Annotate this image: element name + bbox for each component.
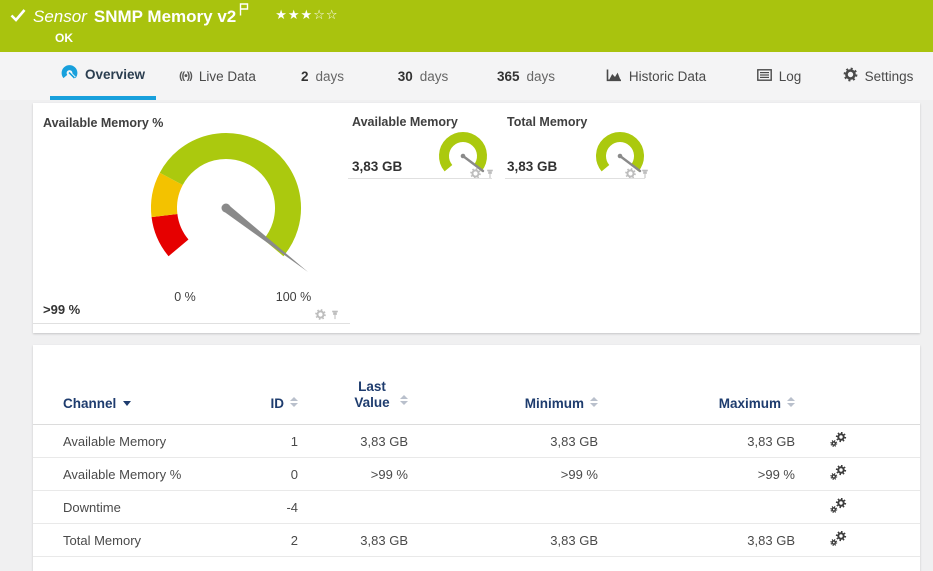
channel-last-value: >99 % xyxy=(298,467,408,482)
mini-gauge-total-memory-title: Total Memory xyxy=(507,115,587,129)
tab-overview-label: Overview xyxy=(85,67,145,82)
gauge-settings-gear-icon[interactable] xyxy=(625,166,636,184)
tab-2-days[interactable]: 2 days xyxy=(295,52,350,100)
table-row[interactable]: Available Memory 1 3,83 GB 3,83 GB 3,83 … xyxy=(33,425,920,458)
channel-minimum: 3,83 GB xyxy=(408,434,598,449)
gauges-panel: Available Memory % 0 % 100 % >99 % xyxy=(33,103,920,333)
sort-arrows-icon xyxy=(590,397,598,407)
column-header-maximum[interactable]: Maximum xyxy=(598,396,795,411)
table-row[interactable]: Downtime -4 xyxy=(33,491,920,524)
sort-caret-icon xyxy=(123,401,131,406)
gauge-pin-icon[interactable] xyxy=(640,166,650,184)
channel-settings-gears-icon[interactable] xyxy=(830,531,847,546)
sort-arrows-icon xyxy=(400,395,408,405)
sensor-title: SNMP Memory v2 xyxy=(94,7,236,27)
gauge-settings-gear-icon[interactable] xyxy=(470,166,481,184)
channel-minimum: 3,83 GB xyxy=(408,533,598,548)
channel-id: 0 xyxy=(233,467,298,482)
table-row[interactable]: Available Memory % 0 >99 % >99 % >99 % xyxy=(33,458,920,491)
column-header-last-value[interactable]: Last Value xyxy=(298,379,408,411)
status-ok-check-icon xyxy=(10,8,26,27)
table-header-row: Channel ID Last Value Minimum Maximum xyxy=(33,345,920,425)
channel-last-value: 3,83 GB xyxy=(298,533,408,548)
tab-365-days-label: days xyxy=(527,69,556,84)
tile-divider xyxy=(348,178,492,179)
sensor-status-badge: OK xyxy=(55,31,73,45)
tile-divider xyxy=(505,178,645,179)
table-row[interactable]: Total Memory 2 3,83 GB 3,83 GB 3,83 GB xyxy=(33,524,920,557)
tab-log-label: Log xyxy=(779,69,802,84)
tab-30-days-number: 30 xyxy=(398,69,413,84)
channel-minimum: >99 % xyxy=(408,467,598,482)
tab-log[interactable]: Log xyxy=(750,52,808,100)
sensor-header: Sensor SNMP Memory v2 ★★★☆☆ OK xyxy=(0,0,933,52)
channel-id: 1 xyxy=(233,434,298,449)
tab-30-days[interactable]: 30 days xyxy=(393,52,453,100)
live-data-icon: ((•)) xyxy=(179,70,192,82)
tab-365-days[interactable]: 365 days xyxy=(492,52,560,100)
tab-historic-data-label: Historic Data xyxy=(629,69,706,84)
tab-historic-data[interactable]: Historic Data xyxy=(600,52,712,100)
column-header-id[interactable]: ID xyxy=(233,396,298,411)
available-memory-pct-gauge xyxy=(126,116,326,286)
tab-2-days-label: days xyxy=(315,69,344,84)
main-gauge-value: >99 % xyxy=(43,302,80,317)
channel-name: Total Memory xyxy=(63,533,233,548)
chart-icon xyxy=(606,68,622,85)
prtg-sensor-page: Sensor SNMP Memory v2 ★★★☆☆ OK Overview … xyxy=(0,0,933,571)
mini-gauge-available-memory-value: 3,83 GB xyxy=(352,159,402,174)
channel-name: Available Memory % xyxy=(63,467,233,482)
channels-panel: Channel ID Last Value Minimum Maximum Av… xyxy=(33,345,920,571)
tab-30-days-label: days xyxy=(420,69,449,84)
tab-live-data-label: Live Data xyxy=(199,69,256,84)
channel-maximum: 3,83 GB xyxy=(598,434,795,449)
flag-icon[interactable] xyxy=(239,3,249,21)
channel-settings-gears-icon[interactable] xyxy=(830,498,847,513)
gauge-pin-icon[interactable] xyxy=(485,166,495,184)
tab-settings-label: Settings xyxy=(865,69,914,84)
channel-last-value: 3,83 GB xyxy=(298,434,408,449)
priority-stars[interactable]: ★★★☆☆ xyxy=(275,8,338,23)
gauge-scale-max: 100 % xyxy=(266,290,321,304)
mini-gauge-total-memory-value: 3,83 GB xyxy=(507,159,557,174)
gear-icon xyxy=(843,67,858,85)
tab-bar: Overview ((•)) Live Data 2 days 30 days … xyxy=(0,52,933,100)
channel-name: Downtime xyxy=(63,500,233,515)
channel-id: 2 xyxy=(233,533,298,548)
gauge-icon xyxy=(61,64,78,84)
gauge-scale-min: 0 % xyxy=(160,290,210,304)
column-header-minimum[interactable]: Minimum xyxy=(408,396,598,411)
channel-maximum: >99 % xyxy=(598,467,795,482)
tab-365-days-number: 365 xyxy=(497,69,520,84)
tab-live-data[interactable]: ((•)) Live Data xyxy=(170,52,265,100)
tile-divider xyxy=(33,323,350,324)
channel-maximum: 3,83 GB xyxy=(598,533,795,548)
tab-2-days-number: 2 xyxy=(301,69,309,84)
channel-settings-gears-icon[interactable] xyxy=(830,465,847,480)
tab-settings[interactable]: Settings xyxy=(840,52,916,100)
sort-arrows-icon xyxy=(787,397,795,407)
sort-arrows-icon xyxy=(290,397,298,407)
sensor-kind-label: Sensor xyxy=(33,7,87,27)
channel-id: -4 xyxy=(233,500,298,515)
column-header-channel[interactable]: Channel xyxy=(63,396,233,411)
tab-overview[interactable]: Overview xyxy=(50,52,156,100)
log-icon xyxy=(757,69,772,84)
channel-settings-gears-icon[interactable] xyxy=(830,432,847,447)
channel-name: Available Memory xyxy=(63,434,233,449)
